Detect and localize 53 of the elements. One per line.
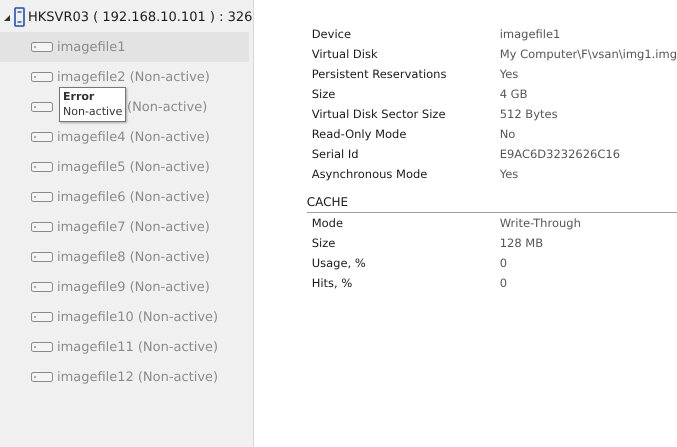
item-name[interactable]: imagefile6: [57, 190, 126, 204]
item-status: (Non-active): [138, 340, 218, 354]
property-label: Mode: [312, 216, 344, 230]
item-name[interactable]: imagefile10: [57, 310, 134, 324]
item-name[interactable]: imagefile7: [57, 220, 126, 234]
property-label: Virtual Disk Sector Size: [312, 107, 447, 121]
server-icon: [14, 7, 25, 27]
item-name[interactable]: imagefile11: [57, 340, 134, 354]
item-status: (Non-active): [130, 190, 210, 204]
item-status: (Non-active): [130, 130, 210, 144]
property-label: Read-Only Mode: [312, 127, 408, 141]
property-label: Size: [312, 87, 336, 101]
property-value: Write-Through: [500, 216, 582, 230]
property-value: No: [500, 127, 516, 141]
item-status: (Non-active): [127, 100, 208, 114]
server-name[interactable]: HKSVR03 ( 192.168.10.101 ) : 326: [28, 10, 252, 24]
property-value: 128 MB: [500, 236, 544, 250]
property-label: Size: [312, 236, 336, 250]
selected-tree-item[interactable]: imagefile1: [0, 32, 249, 62]
item-name[interactable]: imagefile5: [57, 160, 126, 174]
item-name[interactable]: imagefile8: [57, 250, 126, 264]
property-value: 0: [500, 256, 508, 270]
section-header: CACHE: [306, 192, 677, 213]
tooltip-title: Error: [63, 89, 96, 104]
item-name[interactable]: imagefile1: [57, 40, 126, 54]
item-name[interactable]: imagefile2: [57, 70, 126, 84]
property-label: Virtual Disk: [312, 47, 379, 61]
property-value: imagefile1: [500, 27, 562, 41]
property-label: Persistent Reservations: [312, 67, 448, 81]
property-value: My Computer\F\vsan\img1.img: [500, 47, 677, 61]
item-name[interactable]: imagefile12: [57, 370, 134, 384]
property-label: Hits, %: [312, 276, 354, 290]
item-status: (Non-active): [138, 310, 218, 324]
property-value: Yes: [500, 167, 520, 181]
item-status: (Non-active): [130, 70, 210, 84]
property-value: Yes: [500, 67, 520, 81]
collapse-arrow-icon[interactable]: [2, 12, 11, 22]
property-value: E9AC6D3232626C16: [500, 147, 622, 161]
property-value: 512 Bytes: [500, 107, 559, 121]
item-name[interactable]: imagefile9: [57, 280, 126, 294]
property-label: Serial Id: [312, 147, 360, 161]
item-status: (Non-active): [138, 370, 218, 384]
item-status: (Non-active): [130, 220, 210, 234]
item-status: (Non-active): [130, 160, 210, 174]
property-value: 4 GB: [500, 87, 528, 101]
property-label: Usage, %: [312, 256, 367, 270]
property-value: 0: [500, 276, 508, 290]
property-label: Device: [312, 27, 352, 41]
property-label: Asynchronous Mode: [312, 167, 428, 181]
tooltip-text: Non-active: [63, 105, 122, 118]
item-name[interactable]: imagefile4: [57, 130, 126, 144]
item-status: (Non-active): [130, 250, 210, 264]
item-status: (Non-active): [130, 280, 210, 294]
